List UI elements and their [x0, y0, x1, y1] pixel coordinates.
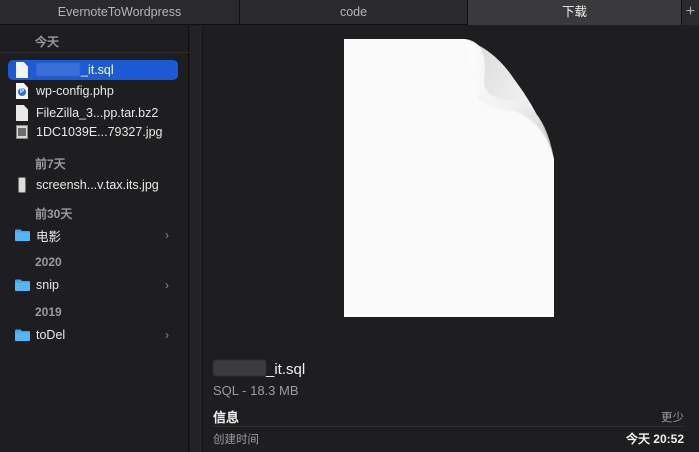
created-date-label: 创建时间 — [213, 434, 259, 446]
list-item-jpg[interactable]: 1DC1039E...79327.jpg — [8, 122, 178, 142]
redacted-name — [213, 360, 266, 376]
list-item-label: 1DC1039E...79327.jpg — [36, 125, 163, 139]
document-preview-icon — [344, 39, 556, 317]
section-divider — [0, 52, 189, 53]
tab-downloads[interactable]: 下载 — [468, 0, 682, 25]
list-item-label: FileZilla_3...pp.tar.bz2 — [36, 106, 159, 120]
list-item-folder-snip[interactable]: snip › — [8, 275, 178, 295]
preview-pane: _it.sql SQL - 18.3 MB 信息 更少 创建时间 今天 20:5… — [204, 26, 699, 452]
preview-file-name: _it.sql — [213, 360, 305, 378]
chevron-right-icon: › — [165, 328, 169, 342]
document-icon — [15, 62, 29, 78]
phone-screenshot-icon — [15, 177, 29, 193]
show-less-link[interactable]: 更少 — [661, 409, 684, 425]
folder-icon — [15, 227, 30, 243]
list-item-screenshot[interactable]: screensh...v.tax.its.jpg — [8, 175, 178, 195]
list-item-label: screensh...v.tax.its.jpg — [36, 178, 159, 192]
section-header-2020: 2020 — [35, 255, 62, 269]
preview-file-meta: SQL - 18.3 MB — [213, 383, 299, 398]
list-item-filezilla[interactable]: FileZilla_3...pp.tar.bz2 — [8, 103, 178, 123]
section-header-previous-7-days: 前7天 — [35, 157, 66, 171]
section-header-today: 今天 — [35, 35, 60, 49]
list-item-label: _it.sql — [36, 63, 178, 77]
php-file-icon: P — [15, 83, 29, 99]
column-scrollbar[interactable] — [190, 26, 203, 452]
redacted-name — [36, 63, 80, 76]
tab-code[interactable]: code — [240, 0, 468, 25]
document-icon — [15, 105, 29, 121]
folder-icon — [15, 277, 30, 293]
list-item-wp-config[interactable]: P wp-config.php — [8, 81, 178, 101]
tab-evernotetowordpress[interactable]: EvernoteToWordpress — [0, 0, 240, 25]
list-item-label: 电影 — [36, 229, 62, 244]
chevron-right-icon: › — [165, 228, 169, 242]
section-header-previous-30-days: 前30天 — [35, 207, 73, 221]
info-section-title: 信息 — [213, 410, 240, 425]
tab-bar: EvernoteToWordpress code 下载 + — [0, 0, 699, 25]
chevron-right-icon: › — [165, 278, 169, 292]
section-header-2019: 2019 — [35, 305, 62, 319]
list-item-label: wp-config.php — [36, 84, 114, 98]
image-file-icon — [15, 124, 29, 140]
list-item-label: snip — [36, 278, 59, 292]
created-date-value: 今天 20:52 — [625, 432, 684, 446]
list-item-folder-todel[interactable]: toDel › — [8, 325, 178, 345]
file-list-column: 今天 _it.sql P wp-config.php FileZilla_3..… — [0, 26, 189, 452]
list-item-sql-file[interactable]: _it.sql — [8, 60, 178, 80]
list-item-folder-movies[interactable]: 电影 › — [8, 225, 178, 245]
new-tab-button[interactable]: + — [682, 0, 699, 25]
info-divider — [213, 426, 685, 427]
folder-icon — [15, 327, 30, 343]
list-item-label: toDel — [36, 328, 66, 342]
